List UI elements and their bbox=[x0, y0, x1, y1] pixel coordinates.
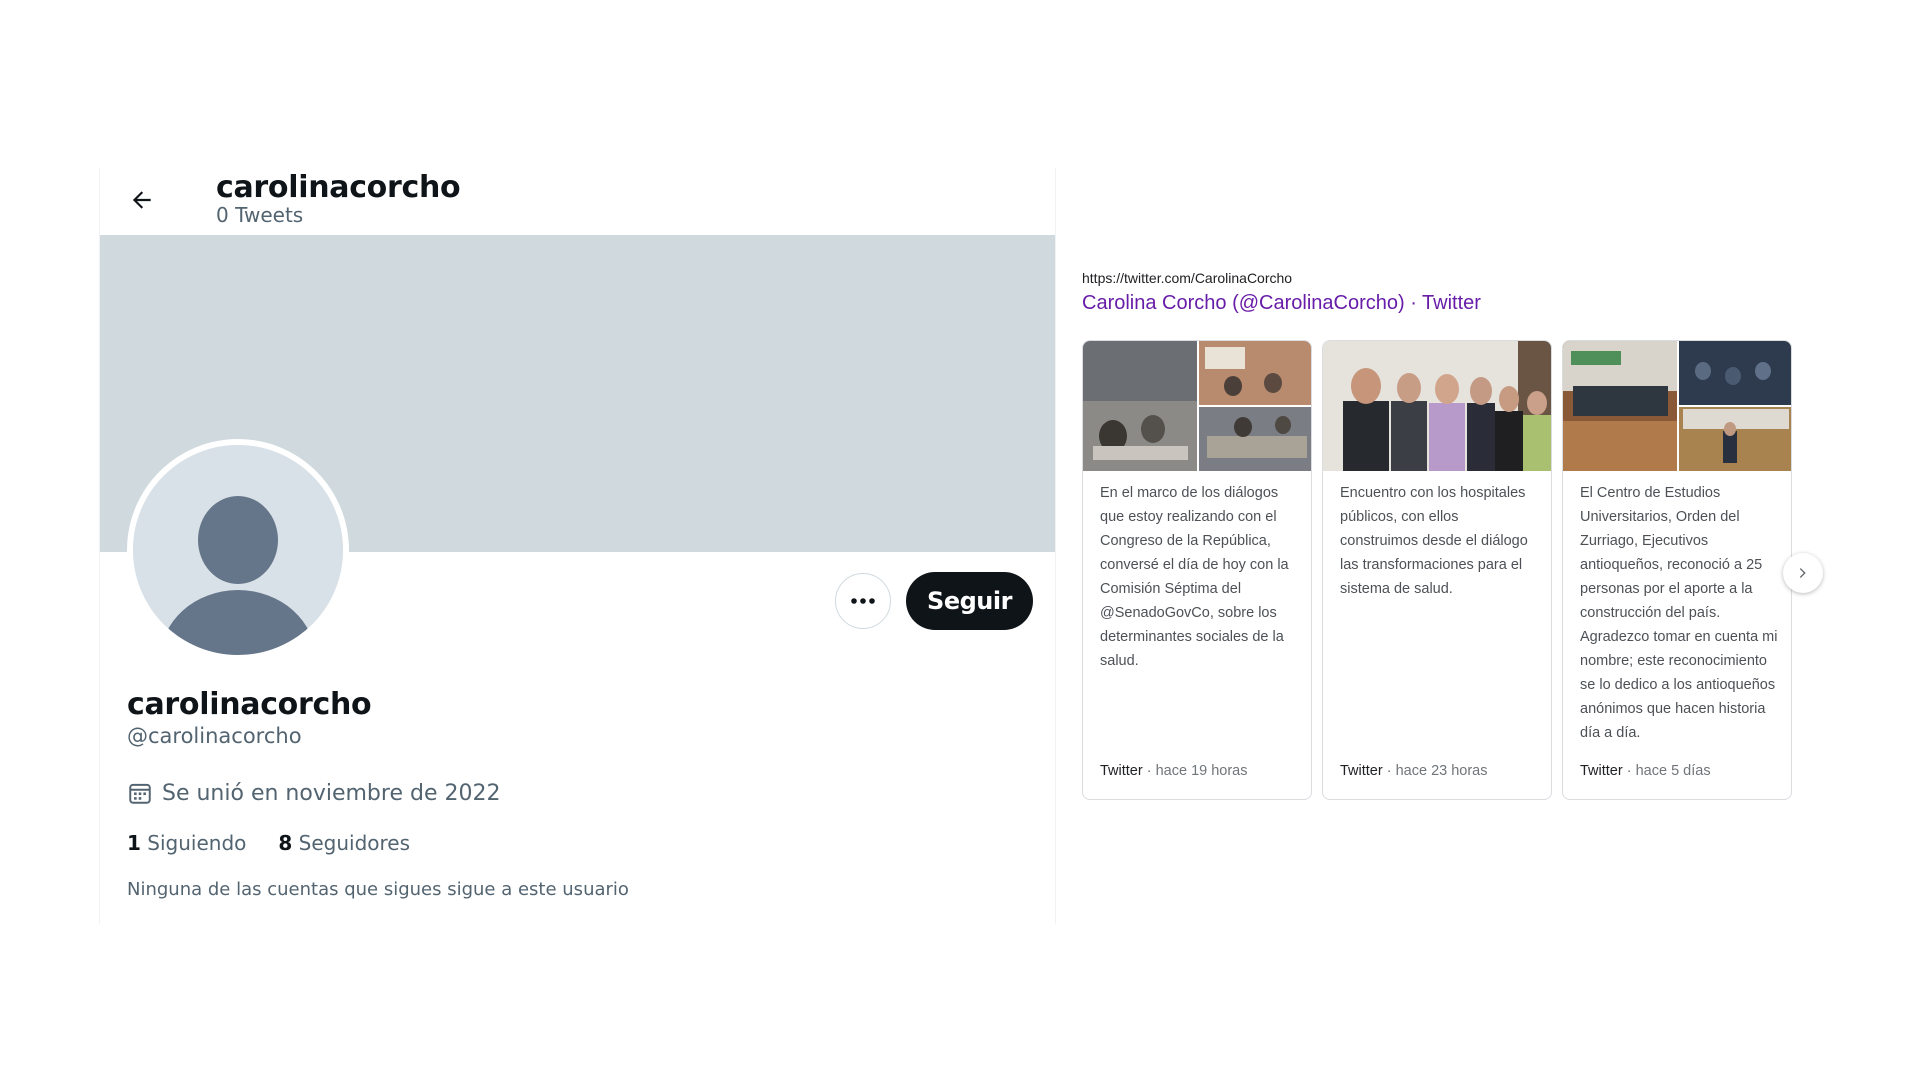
tweet-carousel: En el marco de los diálogos que estoy re… bbox=[1082, 340, 1822, 802]
tweet-card-image bbox=[1563, 341, 1791, 471]
profile-handle: @carolinacorcho bbox=[127, 724, 302, 748]
ellipsis-icon bbox=[851, 598, 875, 604]
tweet-card-text: En el marco de los diálogos que estoy re… bbox=[1100, 485, 1289, 669]
join-date-text: Se unió en noviembre de 2022 bbox=[162, 780, 501, 806]
tweet-card-source: Twitter bbox=[1340, 763, 1383, 779]
search-result: https://twitter.com/CarolinaCorcho Carol… bbox=[1082, 270, 1842, 315]
follow-button[interactable]: Seguir bbox=[906, 572, 1033, 630]
tweet-card-source: Twitter bbox=[1580, 763, 1623, 779]
twitter-profile-panel: carolinacorcho 0 Tweets Seguir carolinac… bbox=[99, 168, 1056, 924]
tweet-card[interactable]: En el marco de los diálogos que estoy re… bbox=[1082, 340, 1312, 800]
profile-display-name: carolinacorcho bbox=[127, 687, 372, 722]
award-ceremony-image bbox=[1563, 341, 1791, 471]
tweet-card-image bbox=[1083, 341, 1311, 471]
default-avatar-image bbox=[133, 445, 343, 655]
back-button[interactable] bbox=[120, 178, 164, 222]
tweet-card[interactable]: Encuentro con los hospitales públicos, c… bbox=[1322, 340, 1552, 800]
follow-stats: 1 Siguiendo 8 Seguidores bbox=[127, 831, 442, 855]
more-options-button[interactable] bbox=[835, 573, 891, 629]
tweet-card-time: hace 23 horas bbox=[1395, 763, 1488, 779]
tweet-card-meta: Twitter · hace 19 horas bbox=[1100, 763, 1248, 779]
result-title-link[interactable]: Carolina Corcho (@CarolinaCorcho) · Twit… bbox=[1082, 292, 1842, 315]
followers-count: 8 bbox=[278, 831, 293, 855]
tweet-card-meta: Twitter · hace 5 días bbox=[1580, 763, 1711, 779]
arrow-left-icon bbox=[132, 191, 151, 209]
tweet-card-text: Encuentro con los hospitales públicos, c… bbox=[1340, 485, 1528, 597]
tweet-card-time: hace 19 horas bbox=[1155, 763, 1248, 779]
join-date: Se unió en noviembre de 2022 bbox=[127, 780, 500, 806]
person-silhouette-icon bbox=[133, 445, 343, 655]
group-photo-image bbox=[1323, 341, 1551, 471]
meta-separator: · bbox=[1142, 763, 1156, 779]
tweet-card-image bbox=[1323, 341, 1551, 471]
meta-separator: · bbox=[1382, 763, 1396, 779]
tweet-card-source: Twitter bbox=[1100, 763, 1143, 779]
tweet-card-time: hace 5 días bbox=[1635, 763, 1711, 779]
photo-collage-image bbox=[1083, 341, 1311, 471]
tweet-card-text: El Centro de Estudios Universitarios, Or… bbox=[1580, 485, 1778, 741]
tweet-card[interactable]: El Centro de Estudios Universitarios, Or… bbox=[1562, 340, 1792, 800]
profile-header-bar: carolinacorcho 0 Tweets bbox=[100, 168, 1055, 235]
calendar-icon bbox=[129, 783, 151, 804]
following-count: 1 bbox=[127, 831, 141, 855]
header-tweet-count: 0 Tweets bbox=[216, 203, 304, 227]
mutual-followers-note: Ninguna de las cuentas que sigues sigue … bbox=[127, 879, 629, 900]
chevron-right-icon bbox=[1799, 568, 1806, 578]
meta-separator: · bbox=[1622, 763, 1636, 779]
following-link[interactable]: 1 Siguiendo bbox=[127, 831, 246, 855]
avatar[interactable] bbox=[127, 439, 349, 661]
following-label: Siguiendo bbox=[147, 831, 247, 855]
result-url[interactable]: https://twitter.com/CarolinaCorcho bbox=[1082, 270, 1842, 286]
followers-label: Seguidores bbox=[298, 831, 411, 855]
followers-link[interactable]: 8 Seguidores bbox=[278, 831, 410, 855]
tweet-card-meta: Twitter · hace 23 horas bbox=[1340, 763, 1488, 779]
carousel-next-button[interactable] bbox=[1783, 553, 1823, 593]
header-username: carolinacorcho bbox=[216, 170, 461, 205]
